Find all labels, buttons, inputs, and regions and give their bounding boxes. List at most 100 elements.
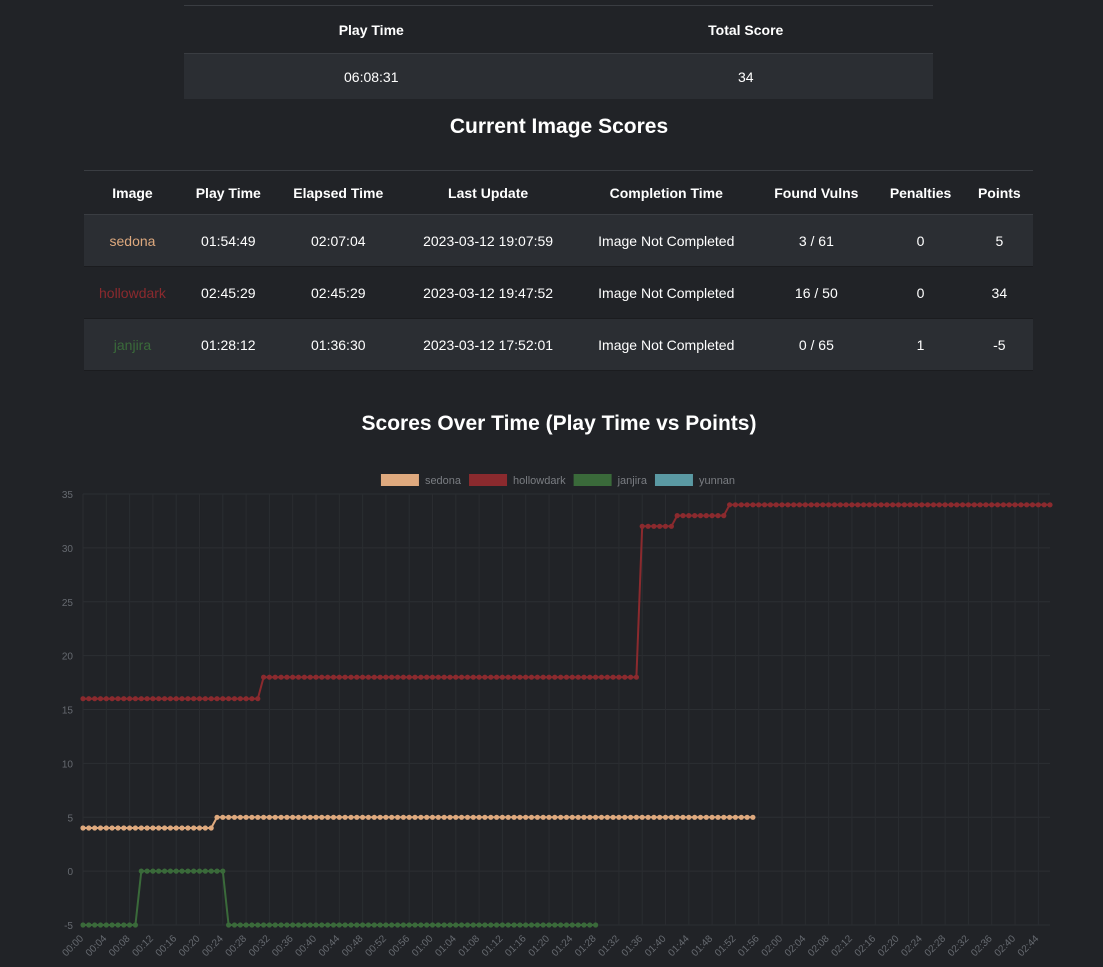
data-point: [610, 814, 616, 820]
data-point: [243, 696, 249, 702]
data-point: [569, 674, 575, 680]
data-point: [424, 814, 430, 820]
data-point: [243, 922, 249, 928]
data-point: [989, 502, 995, 508]
data-point: [150, 696, 156, 702]
data-point: [639, 523, 645, 529]
data-point: [400, 814, 406, 820]
x-tick-label: 02:20: [876, 933, 902, 959]
data-point: [295, 674, 302, 680]
data-point: [167, 868, 173, 874]
data-point: [383, 674, 389, 680]
data-point: [162, 868, 168, 874]
data-point: [336, 674, 342, 680]
col-header-penalties: Penalties: [875, 170, 966, 215]
data-point: [412, 814, 418, 820]
data-point: [255, 922, 261, 928]
data-point: [1000, 502, 1007, 508]
elapsed-time-cell: 01:36:30: [275, 318, 401, 371]
data-point: [138, 868, 144, 874]
data-point: [121, 825, 127, 831]
legend-swatch-yunnan: [654, 474, 693, 486]
data-point: [604, 674, 610, 680]
table-row: hollowdark 02:45:29 02:45:29 2023-03-12 …: [84, 266, 1033, 319]
data-point: [826, 502, 832, 508]
x-tick-label: 02:32: [946, 933, 972, 959]
x-tick-label: 01:32: [596, 933, 622, 959]
data-point: [429, 814, 436, 820]
data-point: [494, 814, 500, 820]
data-point: [389, 814, 395, 820]
data-point: [307, 814, 313, 820]
data-point: [802, 502, 808, 508]
x-tick-label: 01:24: [550, 933, 576, 959]
data-point: [721, 513, 727, 519]
data-point: [936, 502, 942, 508]
data-point: [325, 922, 331, 928]
data-point: [575, 922, 581, 928]
data-point: [441, 922, 447, 928]
data-point: [389, 674, 395, 680]
data-point: [965, 502, 972, 508]
data-point: [80, 825, 86, 831]
data-point: [779, 502, 785, 508]
data-point: [517, 674, 523, 680]
data-point: [173, 868, 179, 874]
penalties-cell: 0: [875, 214, 966, 267]
images-section-title: Current Image Scores: [449, 115, 669, 138]
data-point: [109, 696, 115, 702]
data-point: [919, 502, 925, 508]
data-point: [750, 814, 756, 820]
data-point: [179, 696, 185, 702]
y-tick-label: 15: [62, 706, 74, 717]
data-point: [214, 696, 220, 702]
data-point: [657, 814, 663, 820]
data-point: [435, 674, 441, 680]
data-point: [505, 922, 511, 928]
data-point: [80, 696, 86, 702]
data-point: [441, 674, 447, 680]
data-point: [488, 814, 494, 820]
data-point: [144, 696, 150, 702]
data-point: [558, 814, 564, 820]
data-point: [575, 674, 581, 680]
data-point: [97, 922, 104, 928]
data-point: [424, 922, 430, 928]
data-point: [791, 502, 797, 508]
x-tick-label: 01:16: [503, 933, 529, 959]
data-point: [453, 814, 459, 820]
data-point: [528, 814, 535, 820]
data-point: [546, 922, 552, 928]
data-point: [872, 502, 878, 508]
data-point: [674, 814, 680, 820]
data-point: [395, 674, 401, 680]
data-point: [680, 814, 686, 820]
penalties-cell: 1: [875, 318, 966, 371]
x-tick-label: 00:20: [177, 933, 203, 959]
x-tick-label: 01:04: [433, 933, 459, 959]
data-point: [348, 922, 354, 928]
data-point: [365, 814, 371, 820]
col-header-completion-time: Completion Time: [575, 170, 758, 215]
data-point: [651, 523, 657, 529]
data-point: [319, 674, 325, 680]
data-point: [488, 922, 494, 928]
col-header-points: Points: [965, 170, 1033, 215]
data-point: [179, 825, 185, 831]
data-point: [727, 814, 733, 820]
data-point: [995, 502, 1001, 508]
x-tick-label: 00:48: [340, 933, 366, 959]
x-tick-label: 00:16: [154, 933, 180, 959]
data-point: [261, 922, 267, 928]
data-point: [377, 814, 383, 820]
data-point: [861, 502, 867, 508]
summary-play-time-value: 06:08:31: [184, 53, 559, 99]
data-point: [371, 814, 377, 820]
data-point: [732, 502, 739, 508]
data-point: [406, 674, 412, 680]
data-point: [220, 814, 226, 820]
data-point: [721, 814, 727, 820]
data-point: [237, 922, 243, 928]
data-point: [662, 814, 669, 820]
data-point: [278, 922, 284, 928]
